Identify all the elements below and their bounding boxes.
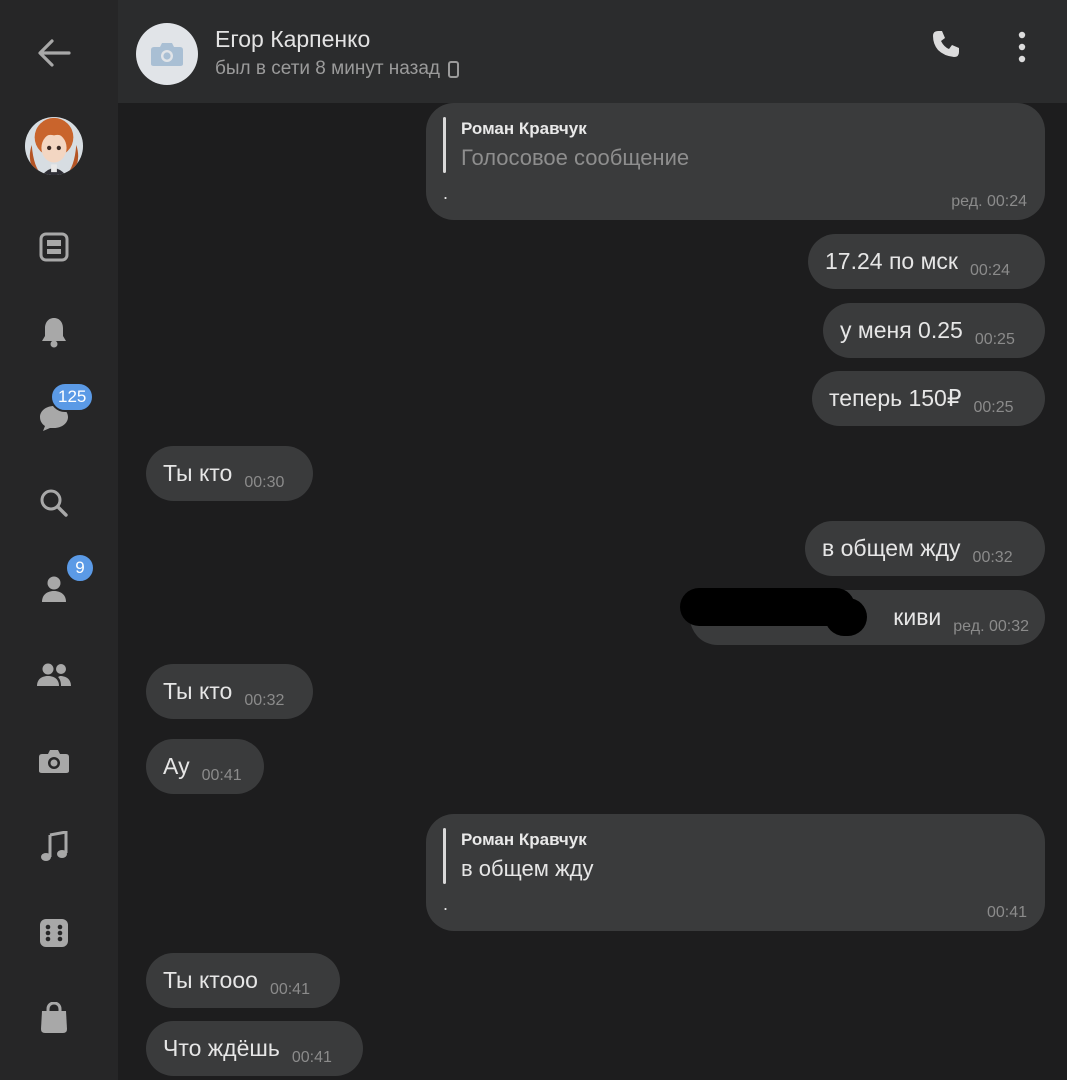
message-text: 17.24 по мск (825, 248, 958, 274)
message-time: 00:41 (291, 1048, 332, 1066)
message-incoming[interactable]: Что ждёшь 00:41 (146, 1021, 363, 1076)
sidebar-item-notifications[interactable] (24, 302, 84, 362)
sidebar-item-music[interactable] (24, 817, 84, 877)
back-button[interactable] (24, 23, 84, 83)
message-text: Ты ктооо (163, 967, 258, 993)
message-time: ред. 00:24 (951, 193, 1027, 210)
message-text: теперь 150₽ (829, 385, 962, 411)
camera-icon (39, 750, 69, 773)
group-icon (37, 663, 71, 686)
more-options-button[interactable] (1010, 30, 1034, 69)
reply-quote-bar (443, 117, 446, 173)
message-text: Ты кто (163, 460, 233, 486)
call-button[interactable] (930, 28, 962, 65)
contact-status: был в сети 8 минут назад (215, 58, 460, 80)
back-arrow-icon (38, 39, 71, 67)
message-text: . (443, 894, 449, 914)
message-text: . (443, 183, 449, 203)
reply-author: Роман Кравчук (461, 119, 587, 138)
redaction-mark (825, 598, 867, 636)
sidebar: 125 9 (0, 0, 118, 1080)
message-time: 00:30 (244, 473, 285, 491)
apps-icon (40, 919, 68, 947)
sidebar-item-market[interactable] (24, 988, 84, 1048)
message-time: 00:25 (973, 398, 1014, 416)
search-icon (40, 489, 68, 517)
message-text: в общем жду (822, 535, 961, 561)
more-vertical-icon (1018, 31, 1026, 63)
reply-quoted-text: Голосовое сообщение (461, 145, 690, 170)
message-time: 00:41 (269, 980, 310, 998)
profile-avatar-image (24, 116, 84, 176)
profile-avatar[interactable] (24, 116, 84, 176)
reply-author: Роман Кравчук (461, 830, 587, 849)
message-time: 00:41 (986, 904, 1027, 921)
message-time: 00:41 (201, 766, 242, 784)
message-outgoing[interactable]: теперь 150₽ 00:25 (812, 371, 1045, 426)
messages-count-badge: 125 (50, 382, 95, 412)
sidebar-item-communities[interactable] (24, 645, 84, 705)
message-reply[interactable]: Роман Кравчук Голосовое сообщение . ред.… (426, 103, 1045, 220)
message-text: Ты кто (163, 678, 233, 704)
message-outgoing[interactable]: 17.24 по мск 00:24 (808, 234, 1045, 289)
sidebar-item-search[interactable] (24, 473, 84, 533)
message-text: у меня 0.25 (840, 317, 963, 343)
reply-quote-bar (443, 828, 446, 884)
news-icon (39, 232, 69, 262)
message-outgoing[interactable]: у меня 0.25 00:25 (823, 303, 1045, 358)
phone-device-icon (448, 60, 460, 78)
message-time: 00:32 (244, 691, 285, 709)
message-time: ред. 00:32 (953, 617, 1029, 635)
sidebar-item-games[interactable] (24, 903, 84, 963)
message-outgoing[interactable]: в общем жду 00:32 (805, 521, 1045, 576)
friends-count-badge: 9 (65, 553, 95, 583)
sidebar-item-news[interactable] (24, 217, 84, 277)
message-time: 00:24 (969, 261, 1011, 279)
bell-icon (42, 318, 66, 348)
reply-quoted-text: в общем жду (461, 856, 594, 881)
message-incoming[interactable]: Ты кто 00:32 (146, 664, 313, 719)
chat-header: Егор Карпенко был в сети 8 минут назад (118, 0, 1067, 103)
contact-status-text: был в сети 8 минут назад (215, 58, 441, 79)
contact-avatar[interactable] (136, 23, 198, 85)
sidebar-item-photos[interactable] (24, 731, 84, 791)
message-incoming[interactable]: Ау 00:41 (146, 739, 264, 794)
person-icon (42, 576, 66, 602)
phone-icon (933, 31, 959, 57)
bag-icon (41, 1002, 67, 1033)
message-time: 00:25 (974, 330, 1015, 348)
message-text: Что ждёшь (163, 1035, 280, 1061)
message-text: Ау (163, 753, 190, 779)
message-text: киви (893, 604, 942, 630)
music-icon (41, 831, 68, 861)
message-reply[interactable]: Роман Кравчук в общем жду . 00:41 (426, 814, 1045, 931)
message-incoming[interactable]: Ты ктооо 00:41 (146, 953, 340, 1008)
message-incoming[interactable]: Ты кто 00:30 (146, 446, 313, 501)
message-time: 00:32 (972, 548, 1013, 566)
camera-placeholder-icon (151, 43, 183, 66)
contact-name[interactable]: Егор Карпенко (215, 26, 370, 53)
